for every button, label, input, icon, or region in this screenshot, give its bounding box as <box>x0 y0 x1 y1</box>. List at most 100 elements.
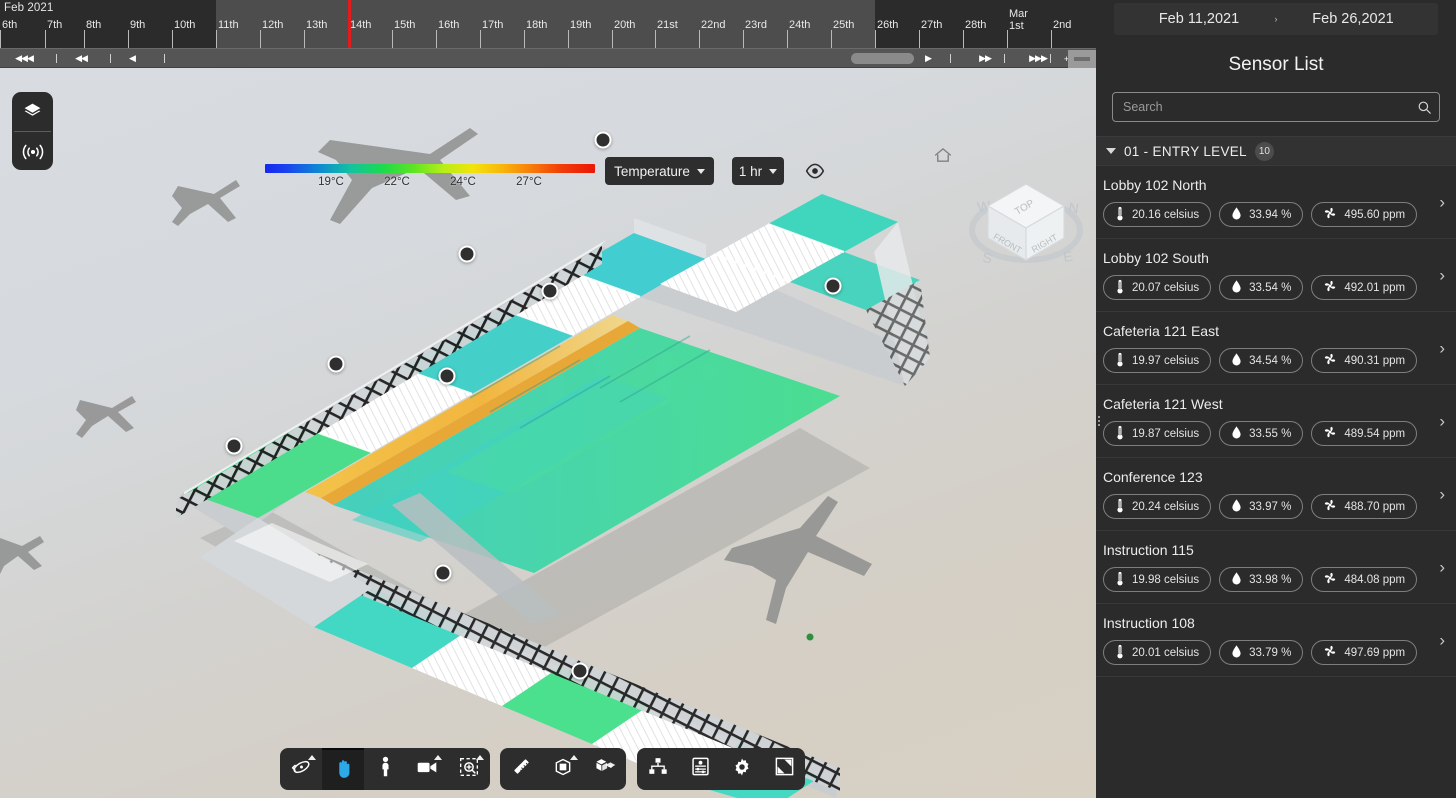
sensor-marker[interactable] <box>541 282 559 300</box>
camera-tool[interactable] <box>406 748 448 790</box>
measure-tool[interactable] <box>500 748 542 790</box>
sensor-marker[interactable] <box>458 245 476 263</box>
sensor-list-item[interactable]: Cafeteria 121 East 19.97 celsius 34.54 % 49… <box>1096 312 1456 385</box>
temperature-value: 19.97 celsius <box>1132 354 1200 367</box>
co2-value: 492.01 ppm <box>1344 281 1406 294</box>
model-tree-button[interactable] <box>637 748 679 790</box>
orbit-tool[interactable] <box>280 748 322 790</box>
timeline-tick-line <box>919 30 920 48</box>
sensor-marker[interactable] <box>434 564 452 582</box>
layers-icon <box>24 103 41 116</box>
sensor-list-item[interactable]: Conference 123 20.24 celsius 33.97 % 488.70… <box>1096 458 1456 531</box>
explode-tool[interactable] <box>584 748 626 790</box>
view-cube[interactable]: W N S E TOP FRONT RIGHT <box>960 168 1092 274</box>
sensor-marker[interactable] <box>438 367 456 385</box>
fan-icon <box>1323 571 1337 588</box>
sensor-group-count: 10 <box>1254 141 1274 161</box>
status-dot[interactable] <box>806 633 814 641</box>
fullscreen-button[interactable] <box>763 748 805 790</box>
play-button[interactable]: ▶ <box>920 49 936 68</box>
forward-fast-button[interactable]: ▶▶ <box>972 49 998 68</box>
search-input[interactable] <box>1113 100 1409 114</box>
sensor-marker[interactable] <box>594 131 612 149</box>
sensor-list-item[interactable]: Lobby 102 South 20.07 celsius 33.54 % 492.0… <box>1096 239 1456 312</box>
measure-toolbar[interactable] <box>500 748 626 790</box>
timeline-playhead[interactable] <box>348 0 351 48</box>
pan-tool[interactable] <box>322 748 364 790</box>
search-icon[interactable] <box>1409 100 1439 115</box>
droplet-icon <box>1231 644 1242 662</box>
chevron-down-icon[interactable] <box>1106 148 1116 154</box>
date-range-start[interactable]: Feb 11,2021 <box>1135 11 1263 27</box>
sensor-list-panel[interactable]: Sensor List 01 - ENTRY LEVEL 10 Lobby 102 … <box>1096 38 1456 798</box>
sensor-detail-arrow-icon[interactable]: › <box>1439 340 1445 357</box>
timeline-control-separator <box>164 54 165 63</box>
legend-tick-label: 27°C <box>516 176 542 188</box>
sensor-marker[interactable] <box>327 355 345 373</box>
toolbar-flyout-arrow-icon[interactable] <box>308 755 316 760</box>
toolbar-flyout-arrow-icon[interactable] <box>570 755 578 760</box>
humidity-chip: 34.54 % <box>1219 348 1304 373</box>
sensor-detail-arrow-icon[interactable]: › <box>1439 413 1445 430</box>
thermometer-icon <box>1115 352 1125 370</box>
date-range-picker[interactable]: Feb 11,2021 › Feb 26,2021 <box>1114 3 1438 35</box>
co2-chip: 484.08 ppm <box>1311 567 1418 592</box>
timeline-tick-label: 17th <box>482 19 504 31</box>
timeline-scrubber-handle[interactable] <box>851 53 914 64</box>
sensor-name: Cafeteria 121 East <box>1103 323 1219 339</box>
timeline-controls[interactable]: ◀◀◀ ◀◀ ◀ ▶ ▶▶ ▶▶▶ + <box>0 48 1096 68</box>
humidity-value: 33.79 % <box>1249 646 1292 659</box>
rewind-fast-button[interactable]: ◀◀ <box>68 49 94 68</box>
sensor-detail-arrow-icon[interactable]: › <box>1439 486 1445 503</box>
sensors-button[interactable] <box>12 132 53 170</box>
panels-toolbar[interactable] <box>637 748 805 790</box>
date-range-end[interactable]: Feb 26,2021 <box>1289 11 1417 27</box>
sensor-list-item[interactable]: Lobby 102 North 20.16 celsius 33.94 % 495.6… <box>1096 166 1456 239</box>
layers-button[interactable] <box>12 92 53 131</box>
humidity-chip: 33.94 % <box>1219 202 1304 227</box>
timeline-resize-handle[interactable] <box>1068 50 1096 68</box>
timeline-tick-line <box>304 30 305 48</box>
temperature-value: 19.87 celsius <box>1132 427 1200 440</box>
toolbar-flyout-arrow-icon[interactable] <box>476 755 484 760</box>
timeline-tick-line <box>963 30 964 48</box>
sensor-list-item[interactable]: Cafeteria 121 West 19.87 celsius 33.55 % 48… <box>1096 385 1456 458</box>
temperature-legend: 19°C 22°C 24°C 27°C <box>265 164 595 192</box>
sensor-detail-arrow-icon[interactable]: › <box>1439 194 1445 211</box>
droplet-icon <box>1231 498 1242 516</box>
sensor-list-item[interactable]: Instruction 115 19.98 celsius 33.98 % 484.0… <box>1096 531 1456 604</box>
zoom-window-tool[interactable] <box>448 748 490 790</box>
timeline-tick-line <box>216 30 217 48</box>
search-box[interactable] <box>1112 92 1440 122</box>
sensor-marker[interactable] <box>571 662 589 680</box>
rewind-button[interactable]: ◀ <box>124 49 140 68</box>
sensor-marker[interactable] <box>824 277 842 295</box>
properties-button[interactable] <box>679 748 721 790</box>
sensor-name: Cafeteria 121 West <box>1103 396 1223 412</box>
sensor-name: Instruction 108 <box>1103 615 1195 631</box>
toolbar-flyout-arrow-icon[interactable] <box>434 755 442 760</box>
sensor-list-item[interactable]: Instruction 108 20.01 celsius 33.79 % 497.6… <box>1096 604 1456 677</box>
co2-value: 489.54 ppm <box>1344 427 1406 440</box>
drag-handle-icon[interactable] <box>1098 416 1100 426</box>
period-dropdown[interactable]: 1 hr <box>732 157 784 185</box>
home-icon[interactable] <box>933 146 953 164</box>
model-viewer[interactable]: 19°C 22°C 24°C 27°C Temperature 1 hr W N… <box>0 68 1096 798</box>
section-tool[interactable] <box>542 748 584 790</box>
left-tool-rail[interactable] <box>12 92 53 170</box>
first-person-tool[interactable] <box>364 748 406 790</box>
timeline-tick-label: 27th <box>921 19 943 31</box>
sensor-detail-arrow-icon[interactable]: › <box>1439 559 1445 576</box>
legend-tick-label: 19°C <box>318 176 344 188</box>
sensor-group-header[interactable]: 01 - ENTRY LEVEL 10 <box>1096 136 1456 166</box>
sensor-detail-arrow-icon[interactable]: › <box>1439 632 1445 649</box>
explode-icon <box>594 757 617 781</box>
sensor-detail-arrow-icon[interactable]: › <box>1439 267 1445 284</box>
navigation-toolbar[interactable] <box>280 748 490 790</box>
sensor-marker[interactable] <box>225 437 243 455</box>
settings-button[interactable] <box>721 748 763 790</box>
timeline[interactable]: Feb 2021 6th 7th 8th 9th 10th 11th 12th 13th 14t… <box>0 0 1096 68</box>
skip-to-start-button[interactable]: ◀◀◀ <box>8 49 40 68</box>
visibility-icon[interactable] <box>805 162 825 180</box>
metric-dropdown[interactable]: Temperature <box>605 157 714 185</box>
